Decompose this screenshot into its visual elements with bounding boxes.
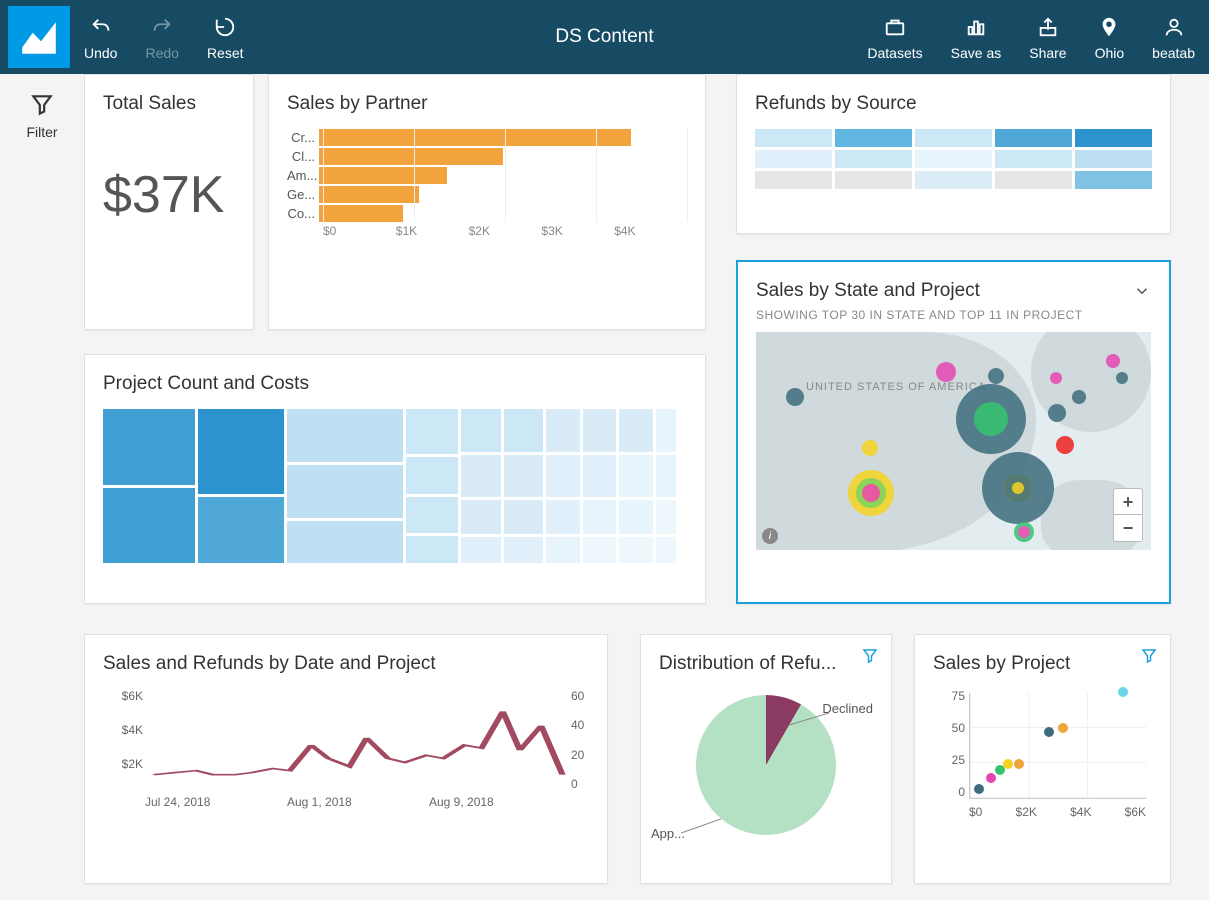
saveas-button[interactable]: Save as: [937, 0, 1016, 74]
pie-label-declined: Declined: [822, 701, 873, 716]
refunds-heatmap: [755, 129, 1152, 189]
chevron-down-icon[interactable]: [1133, 282, 1151, 300]
map-zoom-control: + −: [1113, 488, 1143, 542]
dashboard-content: Total Sales $37K Sales by Partner Cr... …: [84, 74, 1209, 900]
map-subtitle: SHOWING TOP 30 IN STATE AND TOP 11 IN PR…: [756, 308, 1151, 322]
left-sidebar: Filter: [0, 74, 84, 140]
location-label: Ohio: [1095, 45, 1125, 61]
sales-project-title: Sales by Project: [933, 653, 1152, 675]
map-canvas[interactable]: UNITED STATES OF AMERICA i + −: [756, 332, 1151, 550]
card-project-costs[interactable]: Project Count and Costs: [84, 354, 706, 604]
treemap: [103, 409, 687, 563]
combo-line: [145, 689, 571, 791]
card-sales-by-project[interactable]: Sales by Project 75 50 25 0 $0 $2K: [914, 634, 1171, 884]
combo-y2-axis: 60 40 20 0: [571, 689, 589, 791]
dist-refunds-title: Distribution of Refu...: [659, 653, 873, 675]
redo-label: Redo: [145, 45, 178, 61]
combo-x-axis: Jul 24, 2018 Aug 1, 2018 Aug 9, 2018: [145, 795, 571, 809]
datasets-label: Datasets: [867, 45, 922, 61]
zoom-in-button[interactable]: +: [1114, 489, 1142, 515]
undo-button[interactable]: Undo: [70, 0, 131, 74]
undo-icon: [90, 13, 112, 41]
datasets-button[interactable]: Datasets: [853, 0, 936, 74]
filter-icon: [29, 92, 55, 118]
user-button[interactable]: beatab: [1138, 0, 1209, 74]
user-icon: [1163, 13, 1185, 41]
card-sales-by-state[interactable]: Sales by State and Project SHOWING TOP 3…: [736, 260, 1171, 604]
filter-icon[interactable]: [1140, 647, 1158, 665]
undo-label: Undo: [84, 45, 117, 61]
total-sales-value: $37K: [103, 165, 235, 225]
location-button[interactable]: Ohio: [1081, 0, 1139, 74]
reset-label: Reset: [207, 45, 244, 61]
redo-icon: [151, 13, 173, 41]
app-logo: [8, 6, 70, 68]
sales-partner-title: Sales by Partner: [287, 93, 687, 115]
filter-label: Filter: [26, 124, 57, 140]
reset-icon: [214, 13, 236, 41]
user-label: beatab: [1152, 45, 1195, 61]
filter-button[interactable]: Filter: [0, 92, 84, 140]
refunds-source-title: Refunds by Source: [755, 93, 1152, 115]
briefcase-icon: [884, 13, 906, 41]
map-country-label: UNITED STATES OF AMERICA: [806, 380, 986, 394]
pin-icon: [1098, 13, 1120, 41]
pie-label-approved: App...: [651, 826, 685, 841]
combo-chart: $6K $4K $2K 60 40 20 0 Jul 24, 2018 Aug …: [103, 689, 589, 809]
redo-button[interactable]: Redo: [131, 0, 192, 74]
card-total-sales[interactable]: Total Sales $37K: [84, 74, 254, 330]
share-button[interactable]: Share: [1015, 0, 1080, 74]
info-icon[interactable]: i: [762, 528, 778, 544]
total-sales-title: Total Sales: [103, 93, 235, 115]
zoom-out-button[interactable]: −: [1114, 515, 1142, 541]
share-label: Share: [1029, 45, 1066, 61]
combo-y-axis: $6K $4K $2K: [103, 689, 143, 791]
reset-button[interactable]: Reset: [193, 0, 258, 74]
share-icon: [1037, 13, 1059, 41]
partner-x-axis: $0$1K$2K$3K$4K: [323, 224, 687, 238]
card-sales-partner[interactable]: Sales by Partner Cr... Cl... Am... Ge...…: [268, 74, 706, 330]
card-refunds-source[interactable]: Refunds by Source: [736, 74, 1171, 234]
filter-icon[interactable]: [861, 647, 879, 665]
project-costs-title: Project Count and Costs: [103, 373, 687, 395]
card-dist-refunds[interactable]: Distribution of Refu... Declined App...: [640, 634, 892, 884]
saveas-label: Save as: [951, 45, 1002, 61]
card-sales-refunds-date[interactable]: Sales and Refunds by Date and Project $6…: [84, 634, 608, 884]
app-header: Undo Redo Reset DS Content Datasets Save…: [0, 0, 1209, 74]
chart-icon: [965, 13, 987, 41]
sales-refunds-date-title: Sales and Refunds by Date and Project: [103, 653, 589, 675]
map-title: Sales by State and Project: [756, 280, 980, 302]
scatter-chart: 75 50 25 0 $0 $2K $4K $6K: [933, 689, 1152, 819]
page-title: DS Content: [555, 26, 653, 48]
